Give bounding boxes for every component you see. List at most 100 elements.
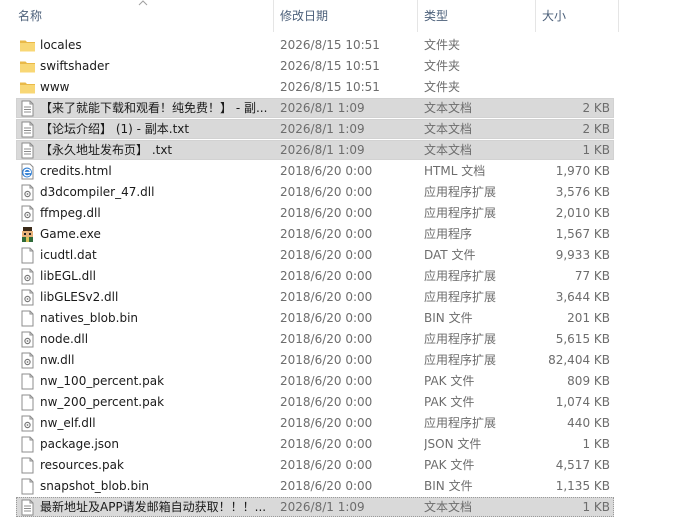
file-type: JSON 文件	[424, 437, 482, 451]
file-name: ffmpeg.dll	[40, 206, 101, 220]
file-row[interactable]: natives_blob.bin 2018/6/20 0:00 BIN 文件 201 …	[0, 308, 695, 329]
column-divider[interactable]	[618, 0, 619, 32]
file-size: 1,970 KB	[555, 164, 610, 178]
file-row[interactable]: libEGL.dll 2018/6/20 0:00 应用程序扩展 77 KB	[0, 266, 695, 287]
file-name: Game.exe	[40, 227, 101, 241]
file-name: d3dcompiler_47.dll	[40, 185, 155, 199]
file-type: PAK 文件	[424, 458, 475, 472]
file-date: 2026/8/15 10:51	[280, 38, 380, 52]
file-size	[540, 77, 610, 98]
dll-file-icon	[19, 415, 36, 432]
file-name: credits.html	[40, 164, 112, 178]
file-name: 最新地址及APP请发邮箱自动获取！！！...	[40, 500, 267, 514]
file-date: 2018/6/20 0:00	[280, 206, 373, 220]
file-name: nw_elf.dll	[40, 416, 96, 430]
file-size: 1,567 KB	[555, 227, 610, 241]
file-row[interactable]: nw.dll 2018/6/20 0:00 应用程序扩展 82,404 KB	[0, 350, 695, 371]
file-type: DAT 文件	[424, 248, 476, 262]
file-name: 【永久地址发布页】 .txt	[40, 143, 173, 157]
file-date: 2018/6/20 0:00	[280, 290, 373, 304]
file-name: package.json	[40, 437, 120, 451]
file-size	[540, 35, 610, 56]
file-row[interactable]: swiftshader 2026/8/15 10:51 文件夹	[0, 56, 695, 77]
blank-file-icon	[19, 373, 36, 390]
html-file-icon	[19, 163, 36, 180]
file-date: 2018/6/20 0:00	[280, 227, 373, 241]
file-size: 1 KB	[582, 143, 610, 157]
file-size: 1 KB	[582, 437, 610, 451]
file-name: nw_200_percent.pak	[40, 395, 165, 409]
file-type: 文本文档	[424, 500, 473, 514]
column-header-name[interactable]: 名称	[14, 0, 272, 32]
file-date: 2026/8/1 1:09	[280, 101, 365, 115]
file-name: 【来了就能下载和观看！纯免费！】 - 副...	[40, 101, 268, 115]
file-size: 77 KB	[574, 269, 610, 283]
file-row[interactable]: nw_elf.dll 2018/6/20 0:00 应用程序扩展 440 KB	[0, 413, 695, 434]
column-header: 名称 修改日期 类型 大小	[0, 0, 695, 32]
file-name: snapshot_blob.bin	[40, 479, 150, 493]
file-date: 2018/6/20 0:00	[280, 437, 373, 451]
file-row[interactable]: nw_100_percent.pak 2018/6/20 0:00 PAK 文件 80…	[0, 371, 695, 392]
file-date: 2018/6/20 0:00	[280, 164, 373, 178]
file-date: 2018/6/20 0:00	[280, 374, 373, 388]
dll-file-icon	[19, 268, 36, 285]
column-header-size[interactable]: 大小	[538, 0, 618, 32]
column-divider[interactable]	[535, 0, 536, 32]
file-row[interactable]: 【论坛介绍】 (1) - 副本.txt 2026/8/1 1:09 文本文档 2 KB	[0, 119, 695, 140]
file-type: 应用程序扩展	[424, 269, 497, 283]
file-row[interactable]: 【永久地址发布页】 .txt 2026/8/1 1:09 文本文档 1 KB	[0, 140, 695, 161]
file-name: libEGL.dll	[40, 269, 96, 283]
file-size: 809 KB	[567, 374, 610, 388]
blank-file-icon	[19, 436, 36, 453]
file-row[interactable]: libGLESv2.dll 2018/6/20 0:00 应用程序扩展 3,644 K…	[0, 287, 695, 308]
column-header-date[interactable]: 修改日期	[276, 0, 416, 32]
file-type: 应用程序扩展	[424, 290, 497, 304]
file-date: 2018/6/20 0:00	[280, 458, 373, 472]
file-size: 1 KB	[582, 500, 610, 514]
file-row[interactable]: Game.exe 2018/6/20 0:00 应用程序 1,567 KB	[0, 224, 695, 245]
folder-icon	[19, 37, 36, 54]
column-divider[interactable]	[273, 0, 274, 32]
file-row[interactable]: nw_200_percent.pak 2018/6/20 0:00 PAK 文件 1,…	[0, 392, 695, 413]
file-type: 应用程序扩展	[424, 353, 497, 367]
file-row[interactable]: snapshot_blob.bin 2018/6/20 0:00 BIN 文件 1,1…	[0, 476, 695, 497]
file-name: www	[40, 80, 70, 94]
blank-file-icon	[19, 394, 36, 411]
file-size: 4,517 KB	[555, 458, 610, 472]
file-size: 2,010 KB	[555, 206, 610, 220]
file-name: nw.dll	[40, 353, 75, 367]
file-date: 2018/6/20 0:00	[280, 332, 373, 346]
file-date: 2018/6/20 0:00	[280, 248, 373, 262]
column-header-type[interactable]: 类型	[420, 0, 534, 32]
file-size: 3,644 KB	[555, 290, 610, 304]
file-size: 82,404 KB	[548, 353, 610, 367]
file-row[interactable]: 最新地址及APP请发邮箱自动获取！！！... 2026/8/1 1:09 文本文档 1…	[0, 497, 695, 518]
file-date: 2026/8/1 1:09	[280, 122, 365, 136]
blank-file-icon	[19, 310, 36, 327]
file-row[interactable]: 【来了就能下载和观看！纯免费！】 - 副... 2026/8/1 1:09 文本文档…	[0, 98, 695, 119]
dll-file-icon	[19, 331, 36, 348]
file-date: 2018/6/20 0:00	[280, 311, 373, 325]
file-size: 201 KB	[567, 311, 610, 325]
file-type: 文件夹	[424, 80, 461, 94]
file-row[interactable]: locales 2026/8/15 10:51 文件夹	[0, 35, 695, 56]
file-row[interactable]: resources.pak 2018/6/20 0:00 PAK 文件 4,517 K…	[0, 455, 695, 476]
file-date: 2018/6/20 0:00	[280, 395, 373, 409]
file-row[interactable]: www 2026/8/15 10:51 文件夹	[0, 77, 695, 98]
text-file-icon	[19, 142, 36, 159]
file-row[interactable]: ffmpeg.dll 2018/6/20 0:00 应用程序扩展 2,010 KB	[0, 203, 695, 224]
file-row[interactable]: icudtl.dat 2018/6/20 0:00 DAT 文件 9,933 KB	[0, 245, 695, 266]
file-row[interactable]: d3dcompiler_47.dll 2018/6/20 0:00 应用程序扩展 3,…	[0, 182, 695, 203]
file-type: 应用程序扩展	[424, 416, 497, 430]
file-type: BIN 文件	[424, 479, 473, 493]
file-row[interactable]: package.json 2018/6/20 0:00 JSON 文件 1 KB	[0, 434, 695, 455]
blank-file-icon	[19, 247, 36, 264]
file-type: 应用程序扩展	[424, 185, 497, 199]
file-row[interactable]: node.dll 2018/6/20 0:00 应用程序扩展 5,615 KB	[0, 329, 695, 350]
file-date: 2018/6/20 0:00	[280, 353, 373, 367]
file-name: node.dll	[40, 332, 89, 346]
file-type: PAK 文件	[424, 374, 475, 388]
column-divider[interactable]	[417, 0, 418, 32]
file-row[interactable]: credits.html 2018/6/20 0:00 HTML 文档 1,970 K…	[0, 161, 695, 182]
file-size: 1,074 KB	[555, 395, 610, 409]
